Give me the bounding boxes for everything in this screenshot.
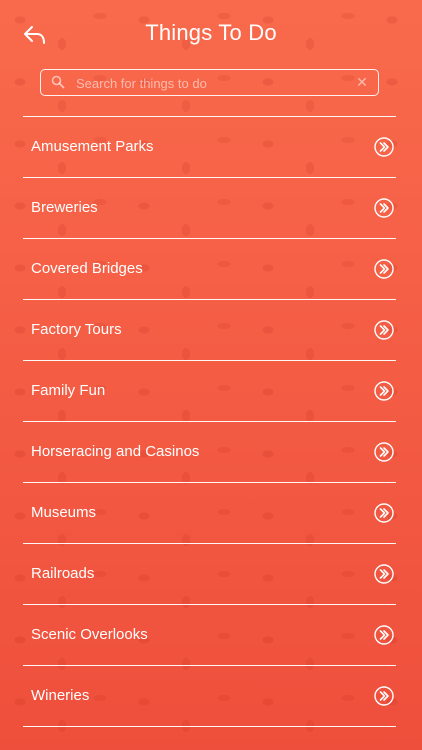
list-item-label: Horseracing and Casinos	[31, 443, 200, 460]
double-chevron-right-icon[interactable]	[374, 503, 394, 523]
list-item[interactable]: Museums	[23, 483, 396, 544]
double-chevron-right-icon[interactable]	[374, 442, 394, 462]
things-to-do-list: Amusement Parks Breweries Covered Bridges F…	[23, 116, 396, 727]
list-item-label: Scenic Overlooks	[31, 626, 148, 643]
double-chevron-right-icon[interactable]	[374, 259, 394, 279]
list-item-label: Factory Tours	[31, 321, 122, 338]
list-item[interactable]: Breweries	[23, 178, 396, 239]
list-item[interactable]: Covered Bridges	[23, 239, 396, 300]
list-item[interactable]: Amusement Parks	[23, 117, 396, 178]
header: Things To Do	[0, 0, 422, 66]
page-title: Things To Do	[145, 20, 277, 45]
search-icon	[51, 75, 65, 89]
list-item-label: Covered Bridges	[31, 260, 143, 277]
list-item[interactable]: Railroads	[23, 544, 396, 605]
search-input[interactable]	[74, 73, 348, 93]
double-chevron-right-icon[interactable]	[374, 381, 394, 401]
list-item-label: Railroads	[31, 565, 95, 582]
search-bar[interactable]: ✕	[40, 69, 379, 96]
list-item-label: Family Fun	[31, 382, 106, 399]
double-chevron-right-icon[interactable]	[374, 137, 394, 157]
list-item[interactable]: Horseracing and Casinos	[23, 422, 396, 483]
list-item[interactable]: Factory Tours	[23, 300, 396, 361]
double-chevron-right-icon[interactable]	[374, 564, 394, 584]
list-item[interactable]: Wineries	[23, 666, 396, 727]
list-item-label: Wineries	[31, 687, 90, 704]
clear-search-button[interactable]: ✕	[354, 72, 370, 92]
list-item[interactable]: Family Fun	[23, 361, 396, 422]
list-item-label: Museums	[31, 504, 97, 521]
double-chevron-right-icon[interactable]	[374, 686, 394, 706]
list-item-label: Breweries	[31, 199, 98, 216]
double-chevron-right-icon[interactable]	[374, 198, 394, 218]
double-chevron-right-icon[interactable]	[374, 320, 394, 340]
list-item-label: Amusement Parks	[31, 138, 154, 155]
list-item[interactable]: Scenic Overlooks	[23, 605, 396, 666]
double-chevron-right-icon[interactable]	[374, 625, 394, 645]
